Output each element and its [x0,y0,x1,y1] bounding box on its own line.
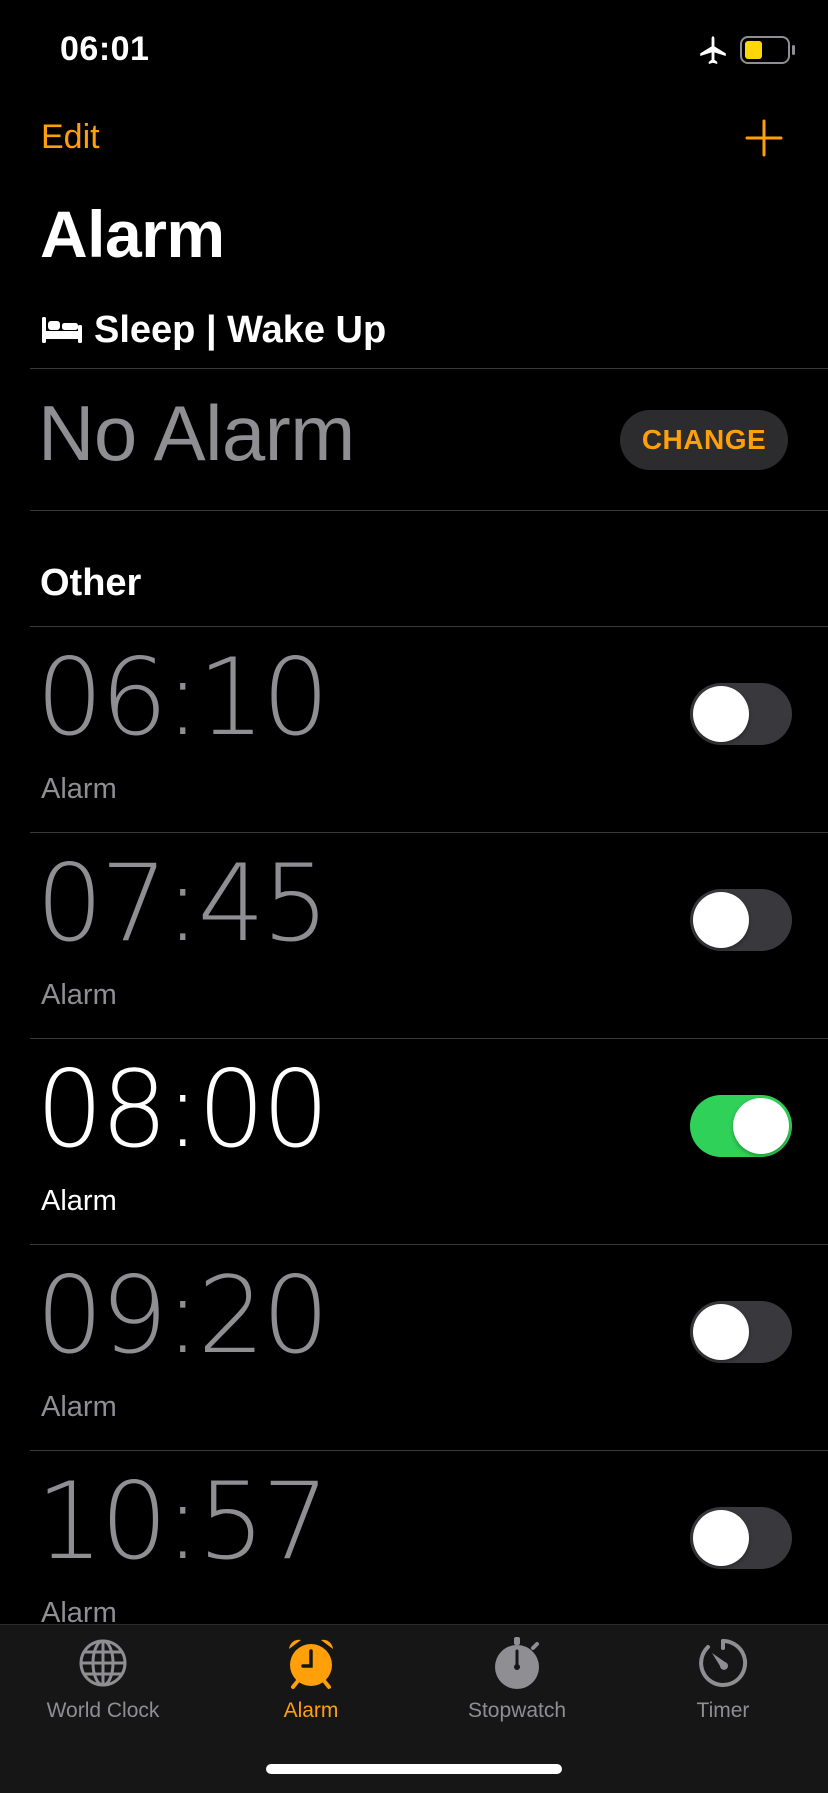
toggle-knob [693,686,749,742]
alarm-time: 07:45 [36,842,329,965]
alarm-time: 08:00 [36,1048,329,1171]
airplane-icon [700,36,726,65]
toggle-knob [693,1304,749,1360]
alarm-clock-icon [289,1639,333,1689]
alarm-toggle[interactable] [690,889,792,951]
status-bar: 06:01 [0,0,828,100]
alarm-time: 09:20 [36,1254,329,1377]
tab-stopwatch[interactable]: Stopwatch [422,1635,612,1735]
home-indicator[interactable] [266,1764,562,1774]
alarm-toggle[interactable] [690,1507,792,1569]
alarm-label: Alarm [41,979,117,1011]
tab-label: World Clock [46,1699,160,1722]
alarm-toggle[interactable] [690,1301,792,1363]
divider [30,368,828,369]
toggle-knob [693,1510,749,1566]
toggle-knob [733,1098,789,1154]
bed-icon [42,317,82,343]
no-alarm-text: No Alarm [38,389,355,477]
alarm-label: Alarm [41,1391,117,1423]
alarm-toggle[interactable] [690,1095,792,1157]
tab-label: Alarm [283,1699,339,1722]
stopwatch-icon [495,1637,539,1689]
tab-alarm[interactable]: Alarm [216,1635,406,1735]
tab-timer[interactable]: Timer [628,1635,818,1735]
battery-icon [740,36,795,64]
alarm-row[interactable]: 09:20 Alarm [0,1245,828,1451]
change-button[interactable]: CHANGE [620,410,788,470]
alarm-row[interactable]: 06:10 Alarm [0,627,828,833]
plus-icon[interactable] [744,118,784,158]
edit-button[interactable]: Edit [41,118,100,157]
alarm-label: Alarm [41,1185,117,1217]
status-time: 06:01 [60,30,150,68]
page-title: Alarm [40,197,225,271]
nav-bar: Edit [0,100,828,180]
alarm-label: Alarm [41,773,117,805]
globe-icon [79,1639,127,1687]
sleep-section-title: Sleep | Wake Up [94,308,387,351]
tab-label: Timer [696,1699,750,1722]
tab-world-clock[interactable]: World Clock [8,1635,198,1735]
alarm-row[interactable]: 08:00 Alarm [0,1039,828,1245]
toggle-knob [693,892,749,948]
divider [30,510,828,511]
alarm-time: 10:57 [36,1460,329,1583]
alarm-time: 06:10 [36,636,329,759]
other-section-title: Other [40,562,142,604]
alarm-row[interactable]: 07:45 Alarm [0,833,828,1039]
tab-label: Stopwatch [467,1699,567,1722]
alarm-toggle[interactable] [690,683,792,745]
sleep-header: Sleep | Wake Up [40,300,386,360]
timer-icon [699,1638,748,1687]
